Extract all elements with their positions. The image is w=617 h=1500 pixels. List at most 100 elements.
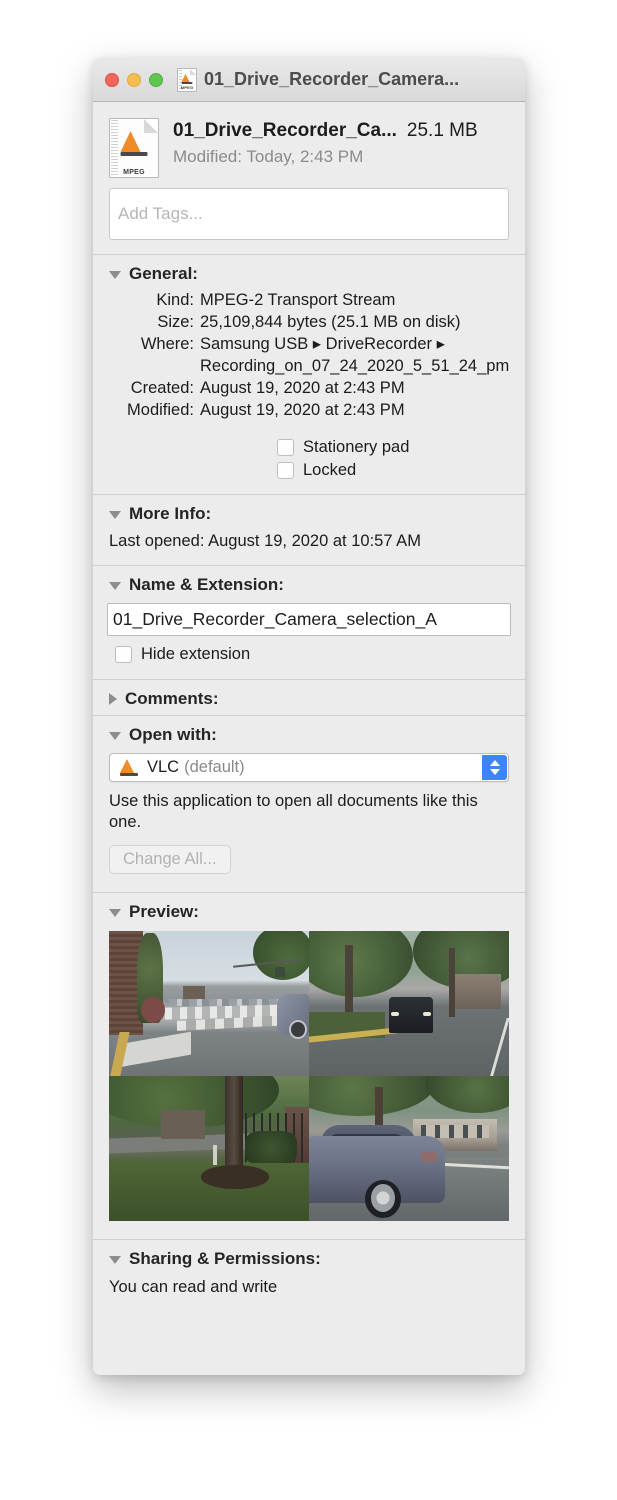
name-extension-disclosure[interactable]: Name & Extension: (93, 575, 525, 595)
hide-extension-row[interactable]: Hide extension (93, 645, 525, 664)
general-section-title: General: (129, 264, 198, 283)
general-row-kind: Kind: MPEG-2 Transport Stream (93, 290, 525, 312)
preview-section-title: Preview: (129, 901, 199, 921)
name-field-wrap (93, 601, 525, 636)
triangle-down-icon[interactable] (109, 1255, 121, 1264)
mpeg-file-icon: MPEG (177, 67, 197, 92)
mpeg-badge-label-large: MPEG (123, 169, 145, 176)
preview-section: Preview: (93, 891, 525, 1239)
created-value: August 19, 2020 at 2:43 PM (200, 378, 405, 397)
preview-quadrant-side-sedan (309, 1075, 509, 1221)
comments-section-title: Comments: (125, 688, 219, 708)
open-with-popup-wrap: VLC (default) (93, 751, 525, 782)
locked-checkbox[interactable] (277, 461, 294, 479)
comments-section: Comments: (93, 678, 525, 715)
file-header: MPEG 01_Drive_Recorder_Ca... 25.1 MB Mod… (93, 102, 525, 188)
hide-extension-label: Hide extension (141, 644, 251, 663)
close-button[interactable] (105, 72, 119, 87)
vlc-cone-icon (181, 73, 193, 84)
header-modified-value: Today, 2:43 PM (246, 147, 364, 166)
where-value: Samsung USB ▸ DriveRecorder ▸ Recording_… (200, 334, 510, 375)
default-app-suffix: (default) (184, 757, 245, 776)
comments-disclosure[interactable]: Comments: (93, 689, 525, 709)
general-section: General: Kind: MPEG-2 Transport Stream S… (93, 254, 525, 494)
file-icon-large[interactable]: MPEG (109, 118, 159, 178)
stationery-pad-checkbox[interactable] (277, 438, 294, 456)
more-info-disclosure[interactable]: More Info: (93, 504, 525, 524)
get-info-window: MPEG 01_Drive_Recorder_Camera... MPEG 01… (93, 58, 525, 1375)
size-value: 25,109,844 bytes (25.1 MB on disk) (200, 312, 461, 331)
add-tags-input[interactable] (109, 188, 509, 240)
stationery-pad-label: Stationery pad (303, 437, 410, 456)
general-row-modified: Modified: August 19, 2020 at 2:43 PM (93, 400, 525, 422)
film-strip-decor-large (111, 120, 118, 176)
permission-summary: You can read and write (109, 1277, 278, 1296)
chevron-up-icon (489, 759, 500, 766)
change-all-button[interactable]: Change All... (109, 844, 231, 874)
locked-label: Locked (303, 460, 357, 479)
traffic-light-group (105, 72, 163, 87)
triangle-down-icon[interactable] (109, 581, 121, 590)
triangle-down-icon[interactable] (109, 510, 121, 519)
file-name-input[interactable] (107, 602, 511, 636)
preview-quadrant-front-intersection (109, 930, 309, 1076)
file-size-heading: 25.1 MB (406, 120, 478, 141)
preview-disclosure[interactable]: Preview: (93, 902, 525, 922)
window-titlebar: MPEG 01_Drive_Recorder_Camera... (93, 58, 525, 102)
file-name-heading: 01_Drive_Recorder_Ca... (173, 120, 397, 141)
vlc-app-icon (120, 758, 138, 777)
last-opened-label: Last opened: (109, 531, 205, 550)
mpeg-badge-label: MPEG (180, 84, 194, 90)
name-extension-section: Name & Extension: Hide extension (93, 564, 525, 679)
triangle-down-icon[interactable] (109, 731, 121, 740)
more-info-section-title: More Info: (129, 503, 212, 523)
dropdown-stepper-icon[interactable] (482, 754, 507, 780)
video-preview-thumbnail[interactable] (109, 930, 509, 1221)
stationery-pad-row[interactable]: Stationery pad (93, 438, 525, 457)
zoom-button[interactable] (149, 72, 163, 87)
header-modified-line: Modified: Today, 2:43 PM (173, 147, 509, 167)
modified-label: Modified: (127, 400, 194, 419)
open-with-disclosure[interactable]: Open with: (93, 725, 525, 745)
sharing-disclosure[interactable]: Sharing & Permissions: (93, 1249, 525, 1269)
last-opened-value: August 19, 2020 at 10:57 AM (208, 531, 421, 550)
preview-wrap (93, 928, 525, 1223)
file-title-row: 01_Drive_Recorder_Ca... 25.1 MB (173, 120, 509, 142)
open-with-section: Open with: VLC (default) Use this applic… (93, 714, 525, 892)
where-label: Where: (140, 334, 194, 353)
triangle-down-icon[interactable] (109, 271, 121, 279)
last-opened-row: Last opened: August 19, 2020 at 10:57 AM (93, 530, 525, 551)
created-label: Created: (130, 378, 194, 397)
titlebar-title-group: MPEG 01_Drive_Recorder_Camera... (177, 67, 460, 92)
preview-quadrant-front-street (309, 930, 509, 1076)
sharing-permissions-section: Sharing & Permissions: You can read and … (93, 1238, 525, 1309)
general-row-size: Size: 25,109,844 bytes (25.1 MB on disk) (93, 312, 525, 334)
general-row-where: Where: Samsung USB ▸ DriveRecorder ▸ Rec… (93, 334, 525, 378)
triangle-down-icon[interactable] (109, 908, 121, 917)
sharing-section-title: Sharing & Permissions: (129, 1248, 321, 1268)
minimize-button[interactable] (127, 72, 141, 87)
size-label: Size: (157, 312, 194, 331)
open-with-description: Use this application to open all documen… (109, 791, 478, 832)
file-header-text: 01_Drive_Recorder_Ca... 25.1 MB Modified… (173, 116, 509, 167)
header-modified-label: Modified: (173, 147, 242, 166)
hide-extension-checkbox[interactable] (115, 645, 132, 663)
locked-row[interactable]: Locked (93, 461, 525, 480)
kind-label: Kind: (156, 291, 194, 309)
preview-quadrant-side-yard (109, 1075, 309, 1221)
chevron-down-icon (489, 768, 500, 775)
window-title: 01_Drive_Recorder_Camera... (204, 69, 460, 89)
kind-value: MPEG-2 Transport Stream (200, 291, 396, 309)
more-info-section: More Info: Last opened: August 19, 2020 … (93, 493, 525, 565)
tags-section (93, 188, 525, 254)
vlc-cone-icon-large (120, 131, 148, 156)
name-extension-section-title: Name & Extension: (129, 574, 284, 594)
modified-value: August 19, 2020 at 2:43 PM (200, 400, 405, 419)
default-app-dropdown[interactable]: VLC (default) (109, 752, 509, 782)
open-with-section-title: Open with: (129, 724, 217, 744)
general-disclosure[interactable]: General: (93, 264, 525, 284)
change-all-wrap: Change All... (93, 834, 525, 874)
triangle-right-icon[interactable] (109, 692, 117, 705)
general-row-created: Created: August 19, 2020 at 2:43 PM (93, 378, 525, 400)
default-app-name: VLC (147, 757, 180, 776)
